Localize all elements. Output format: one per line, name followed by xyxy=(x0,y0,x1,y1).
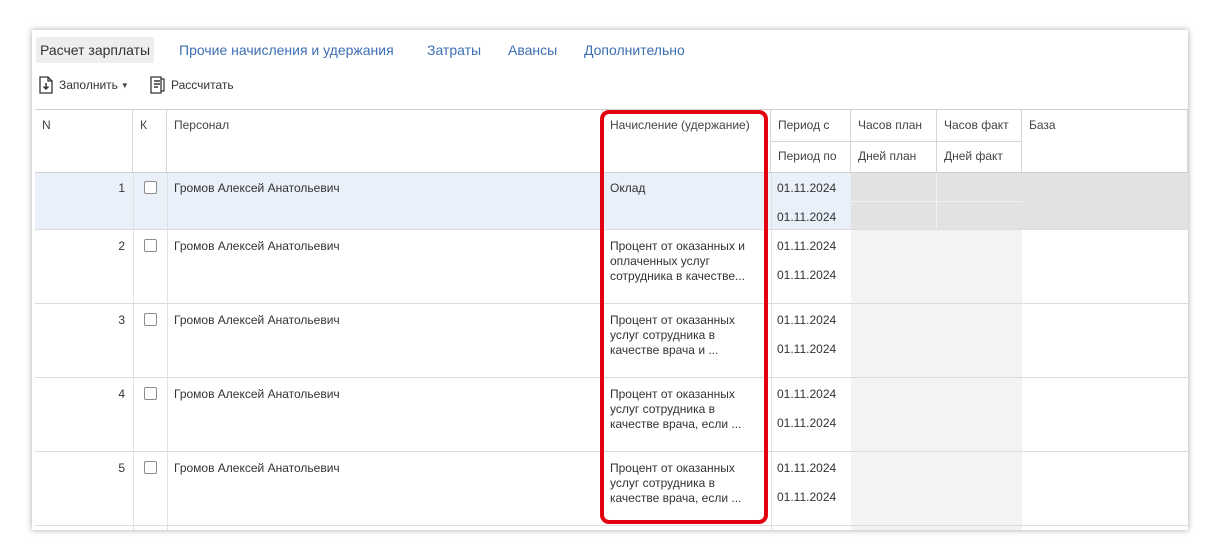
calculate-document-icon xyxy=(150,76,165,94)
fill-button[interactable]: Заполнить ▼ xyxy=(38,72,129,98)
row-accrual: Процент от оказанных услуг сотрудника в … xyxy=(610,461,742,505)
col-header-base[interactable]: База xyxy=(1022,110,1188,172)
col-header-personnel[interactable]: Персонал xyxy=(167,110,603,172)
chevron-down-icon: ▼ xyxy=(120,80,129,90)
table-row-4[interactable]: 4 Громов Алексей Анатольевич Процент от … xyxy=(35,378,1188,452)
row-accrual: Оклад xyxy=(610,181,646,195)
row-person: Громов Алексей Анатольевич xyxy=(174,181,340,195)
row-accrual: Процент от оказанных и оплаченных услуг … xyxy=(610,239,746,283)
table-row-5[interactable]: 5 Громов Алексей Анатольевич Процент от … xyxy=(35,452,1188,526)
row-checkbox[interactable] xyxy=(144,387,157,400)
document-form: Расчет зарплаты Прочие начисления и удер… xyxy=(32,30,1188,530)
col-header-accrual[interactable]: Начисление (удержание) xyxy=(603,110,771,172)
col-header-days-fact[interactable]: Дней факт xyxy=(937,141,1022,172)
calculate-button-label: Рассчитать xyxy=(171,78,234,92)
table-row-3[interactable]: 3 Громов Алексей Анатольевич Процент от … xyxy=(35,304,1188,378)
cell-divider xyxy=(936,173,937,229)
row-person: Громов Алексей Анатольевич xyxy=(174,239,340,253)
row-checkbox[interactable] xyxy=(144,461,157,474)
tab-advances[interactable]: Авансы xyxy=(504,37,561,63)
row-number: 1 xyxy=(118,181,125,195)
col-header-k[interactable]: К xyxy=(133,110,167,172)
row-period-to: 01.11.2024 xyxy=(777,342,837,356)
row-period-from: 01.11.2024 xyxy=(777,461,837,475)
col-header-n[interactable]: N xyxy=(35,110,133,172)
row-period-from: 01.11.2024 xyxy=(777,387,837,401)
row-checkbox[interactable] xyxy=(144,313,157,326)
row-checkbox[interactable] xyxy=(144,181,157,194)
row-person: Громов Алексей Анатольевич xyxy=(174,313,340,327)
toolbar: Заполнить ▼ Рассчитать xyxy=(32,72,1188,98)
row-number: 4 xyxy=(118,387,125,401)
row-base-cell xyxy=(1022,173,1188,229)
tab-expenses[interactable]: Затраты xyxy=(423,37,485,63)
column-separator xyxy=(771,173,772,530)
col-header-period-from[interactable]: Период с xyxy=(771,110,851,141)
row-period-from: 01.11.2024 xyxy=(777,239,837,253)
row-period-to: 01.11.2024 xyxy=(777,210,837,224)
column-separator xyxy=(133,173,134,530)
row-period-to: 01.11.2024 xyxy=(777,416,837,430)
row-person: Громов Алексей Анатольевич xyxy=(174,387,340,401)
row-number: 5 xyxy=(118,461,125,475)
col-header-period-to[interactable]: Период по xyxy=(771,141,851,172)
row-person: Громов Алексей Анатольевич xyxy=(174,461,340,475)
row-period-from: 01.11.2024 xyxy=(777,313,837,327)
calculate-button[interactable]: Рассчитать xyxy=(148,72,234,98)
row-period-to: 01.11.2024 xyxy=(777,268,837,282)
fill-document-icon xyxy=(39,76,53,94)
row-accrual: Процент от оказанных услуг сотрудника в … xyxy=(610,313,735,357)
table-row-1[interactable]: 1 Громов Алексей Анатольевич Оклад 01.11… xyxy=(35,173,1188,230)
col-header-days-plan[interactable]: Дней план xyxy=(851,141,937,172)
row-period-to: 01.11.2024 xyxy=(777,490,837,504)
table-row-2[interactable]: 2 Громов Алексей Анатольевич Процент от … xyxy=(35,230,1188,304)
row-checkbox[interactable] xyxy=(144,239,157,252)
row-accrual: Процент от оказанных услуг сотрудника в … xyxy=(610,387,742,431)
column-separator xyxy=(167,173,168,530)
row-number: 3 xyxy=(118,313,125,327)
row-period-from: 01.11.2024 xyxy=(777,181,837,195)
header-divider xyxy=(771,141,1022,142)
tab-bar: Расчет зарплаты Прочие начисления и удер… xyxy=(32,37,1188,63)
col-header-hours-fact[interactable]: Часов факт xyxy=(937,110,1022,141)
accruals-table: N К Персонал Начисление (удержание) Пери… xyxy=(35,109,1188,530)
tab-salary-calc[interactable]: Расчет зарплаты xyxy=(36,37,155,63)
tab-additional[interactable]: Дополнительно xyxy=(580,37,689,63)
tab-other-accruals[interactable]: Прочие начисления и удержания xyxy=(175,37,398,63)
col-header-hours-plan[interactable]: Часов план xyxy=(851,110,937,141)
fill-button-label: Заполнить xyxy=(59,78,118,92)
row-number: 2 xyxy=(118,239,125,253)
